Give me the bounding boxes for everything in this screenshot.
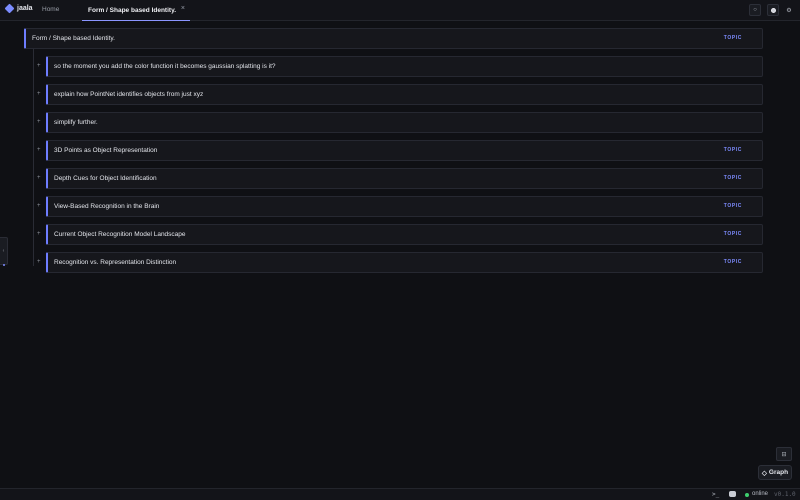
expand-icon[interactable]: + [37, 63, 42, 69]
panel-icon: ⊟ [781, 451, 787, 458]
child-card-title: so the moment you add the color function… [54, 63, 276, 70]
child-card-title: Recognition vs. Representation Distincti… [54, 259, 177, 266]
child-card[interactable]: 3D Points as Object Representation TOPIC [46, 140, 763, 161]
version-label: v0.1.0 [774, 491, 796, 498]
brand[interactable]: jaala [4, 3, 33, 14]
sidebar-handle[interactable]: ‹ [0, 237, 8, 265]
settings-button[interactable]: ⚙ [783, 4, 795, 16]
topic-badge: TOPIC [723, 147, 742, 153]
circle-icon: ○ [753, 7, 757, 13]
record-button[interactable] [767, 4, 779, 16]
topic-badge: TOPIC [723, 35, 742, 41]
child-card[interactable]: explain how PointNet identifies objects … [46, 84, 763, 105]
tab-active[interactable]: Form / Shape based Identity. × [82, 0, 190, 21]
app-name: jaala [17, 5, 33, 12]
child-card-title: 3D Points as Object Representation [54, 147, 158, 154]
expand-icon[interactable]: + [37, 175, 42, 181]
child-card[interactable]: View-Based Recognition in the Brain TOPIC [46, 196, 763, 217]
child-card-title: simplify further. [54, 119, 98, 126]
child-card[interactable]: Recognition vs. Representation Distincti… [46, 252, 763, 273]
circle-button[interactable]: ○ [749, 4, 761, 16]
graph-button-label: Graph [768, 469, 789, 476]
topic-badge: TOPIC [723, 259, 742, 265]
expand-icon[interactable]: + [37, 259, 42, 265]
online-indicator-icon [745, 493, 749, 497]
expand-icon[interactable]: + [37, 91, 42, 97]
topic-badge: TOPIC [723, 231, 742, 237]
connection-status: online [752, 491, 769, 497]
graph-button[interactable]: ◇ Graph [758, 465, 792, 480]
graph-icon: ◇ [761, 469, 767, 477]
chevron-left-icon: ‹ [2, 248, 5, 254]
close-icon[interactable]: × [181, 5, 185, 12]
child-card[interactable]: Depth Cues for Object Identification TOPI… [46, 168, 763, 189]
child-card-title: Current Object Recognition Model Landsca… [54, 231, 186, 238]
child-card[interactable]: Current Object Recognition Model Landsca… [46, 224, 763, 245]
expand-icon[interactable]: + [37, 147, 42, 153]
child-card-title: explain how PointNet identifies objects … [54, 91, 204, 98]
tab-active-label: Form / Shape based Identity. [88, 6, 177, 14]
chat-icon[interactable] [729, 491, 736, 497]
child-card-title: View-Based Recognition in the Brain [54, 203, 160, 210]
root-topic-title: Form / Shape based Identity. [32, 35, 115, 42]
root-topic-card[interactable]: Form / Shape based Identity. TOPIC [24, 28, 763, 49]
child-card[interactable]: simplify further. [46, 112, 763, 133]
diamond-logo-icon [4, 3, 15, 14]
gear-icon: ⚙ [786, 7, 792, 14]
tab-home[interactable]: Home [42, 6, 59, 13]
tree-connector [33, 49, 34, 266]
indicator-dot [3, 264, 5, 266]
child-card-title: Depth Cues for Object Identification [54, 175, 157, 182]
terminal-icon[interactable]: >_ [712, 491, 719, 498]
topic-badge: TOPIC [723, 203, 742, 209]
topic-badge: TOPIC [723, 175, 742, 181]
status-bar: >_ online v0.1.0 [0, 488, 800, 500]
expand-icon[interactable]: + [37, 203, 42, 209]
child-card[interactable]: so the moment you add the color function… [46, 56, 763, 77]
expand-icon[interactable]: + [37, 231, 42, 237]
record-icon [770, 7, 776, 13]
top-bar: jaala Home Form / Shape based Identity. … [0, 0, 800, 21]
panel-toggle-button[interactable]: ⊟ [776, 447, 792, 461]
expand-icon[interactable]: + [37, 119, 42, 125]
